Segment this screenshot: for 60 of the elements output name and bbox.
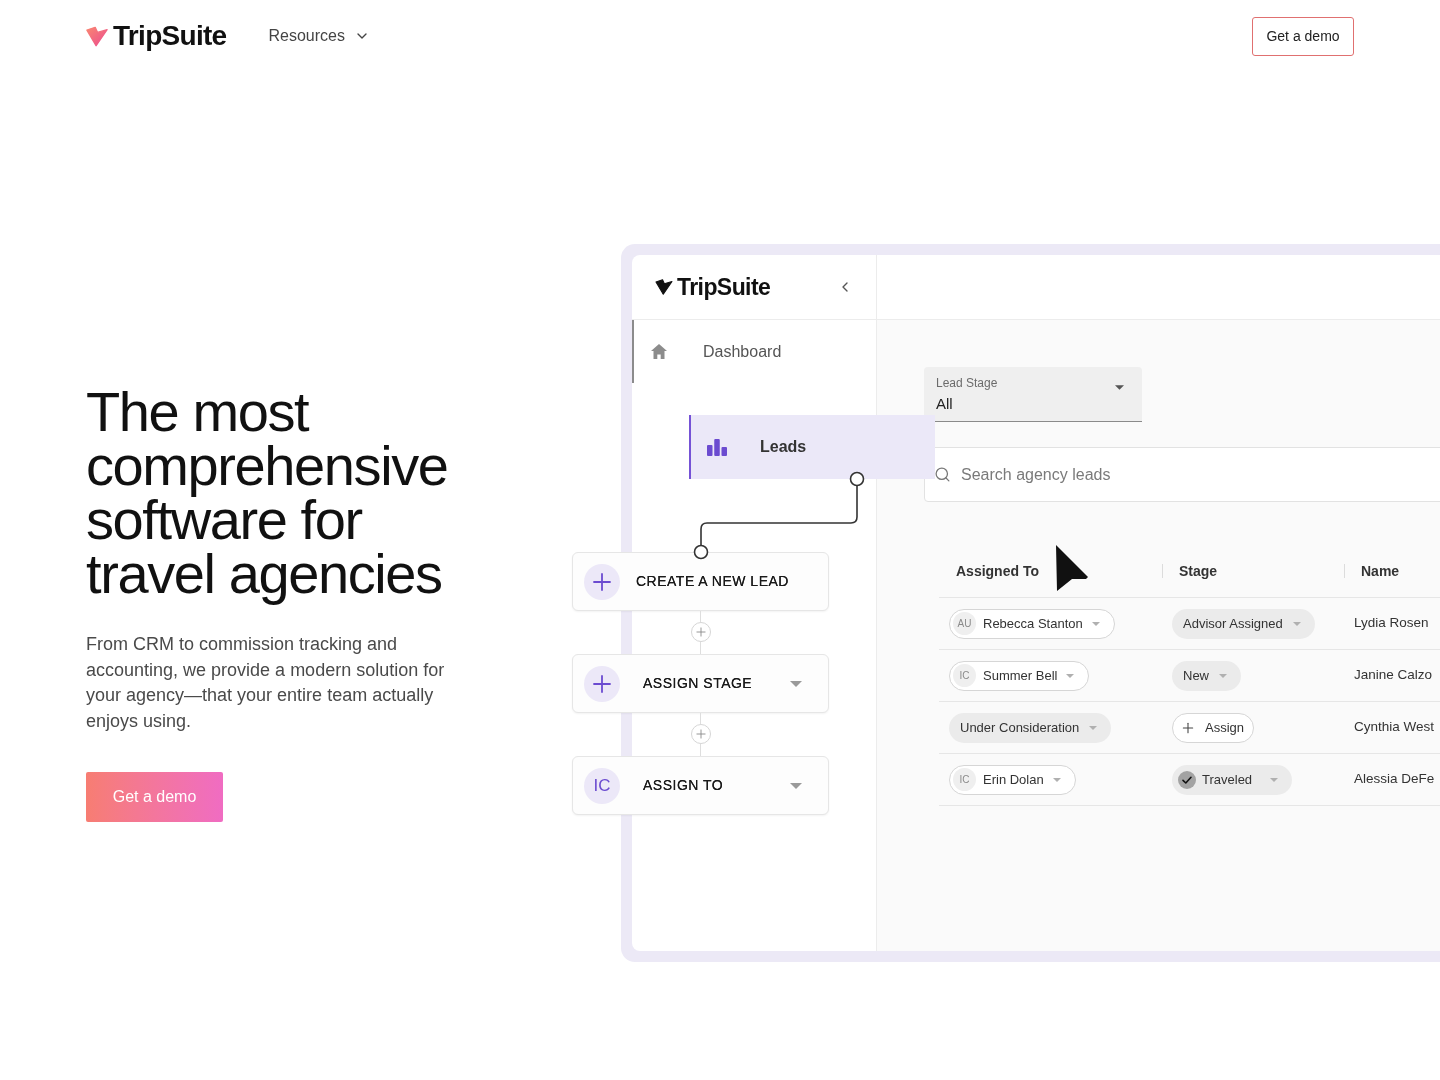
nav-menu[interactable]: Resources: [268, 24, 370, 48]
search-field[interactable]: Search agency leads: [924, 447, 1440, 502]
column-header: Name: [1361, 561, 1400, 581]
logo-icon: [86, 25, 108, 47]
sidebar-item[interactable]: Leads: [689, 415, 935, 479]
caret-down-icon: [1091, 621, 1100, 626]
table-cell-text: Lydia Rosen: [1354, 614, 1429, 633]
stage-chip[interactable]: New: [1172, 660, 1241, 691]
demo-button[interactable]: Get a demo: [1252, 16, 1354, 56]
step-label: CREATE A NEW LEAD: [636, 572, 789, 591]
step-label: ASSIGN STAGE: [643, 674, 753, 693]
step-label: ASSIGN TO: [643, 776, 724, 795]
caret-down-icon: [1270, 777, 1279, 782]
assignee-chip[interactable]: IC Summer Bell: [949, 660, 1090, 691]
home-icon: [651, 344, 667, 359]
table-cell-text: Janine Calzo: [1354, 666, 1433, 685]
assignee-chip[interactable]: IC Erin Dolan: [949, 764, 1076, 795]
caret-down-icon: [1219, 673, 1227, 678]
plus-icon: [693, 625, 708, 639]
caret-down-icon: [790, 782, 802, 789]
initials-avatar: AU: [953, 612, 976, 635]
plus-icon: [584, 563, 620, 600]
table-cell-text: Cynthia West: [1354, 718, 1435, 737]
stage-chip[interactable]: Traveled: [1172, 764, 1293, 795]
plus-icon: [584, 665, 620, 702]
caret-down-icon: [790, 680, 802, 687]
stage-chip[interactable]: Advisor Assigned: [1172, 608, 1315, 639]
lead-stage-select[interactable]: Lead Stage All: [924, 367, 1142, 422]
add-step-button[interactable]: [690, 724, 711, 744]
assign-button[interactable]: Assign: [1172, 712, 1255, 743]
initials-avatar: IC: [953, 664, 976, 687]
brand-name: TripSuite: [677, 275, 771, 299]
caret-down-icon: [1052, 777, 1061, 782]
sidebar-item[interactable]: Dashboard: [632, 320, 876, 383]
search-icon: [934, 466, 951, 483]
caret-down-icon: [1292, 621, 1301, 626]
column-header: Assigned To: [956, 561, 1039, 581]
stage-chip[interactable]: Under Consideration: [949, 712, 1112, 743]
plus-icon: [693, 727, 708, 741]
logo-icon: [655, 279, 673, 295]
check-circle-icon: [1178, 770, 1196, 789]
initials-avatar: IC: [584, 767, 620, 804]
assignee-chip[interactable]: AU Rebecca Stanton: [949, 608, 1115, 639]
scrollbar-thumb: [632, 320, 634, 383]
table-cell-text: Alessia DeFe: [1354, 770, 1435, 789]
hero-description: From CRM to commission tracking and accounting, we provide a modern solution for your agency—that your entire team actually enjoys using.: [86, 633, 446, 733]
caret-down-icon: [1066, 673, 1075, 678]
mouse-pointer-icon: [1055, 545, 1089, 591]
caret-down-icon: [1115, 384, 1124, 390]
workflow-step-card[interactable]: CREATE A NEW LEAD: [572, 552, 829, 611]
column-header: Stage: [1179, 561, 1218, 581]
select-value: All: [936, 394, 954, 413]
brand-name: TripSuite: [113, 22, 227, 50]
field-label: Lead Stage: [936, 375, 998, 390]
workflow-step-card[interactable]: ASSIGN STAGE: [572, 654, 829, 713]
add-step-button[interactable]: [690, 622, 711, 642]
initials-avatar: IC: [953, 768, 976, 791]
caret-down-icon: [1089, 725, 1098, 730]
workflow-step-card[interactable]: IC ASSIGN TO: [572, 756, 829, 815]
bar-chart-icon: [707, 438, 727, 456]
